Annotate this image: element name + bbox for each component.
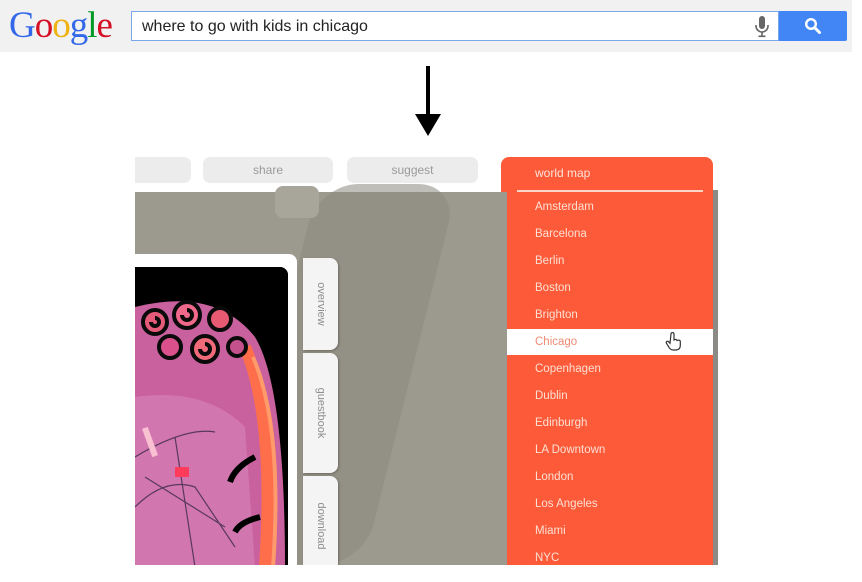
dropdown-item-berlin[interactable]: Berlin — [507, 248, 713, 274]
dropdown-item-la-downtown[interactable]: LA Downtown — [507, 437, 713, 463]
logo-letter: g — [69, 5, 88, 46]
dropdown-item-copenhagen[interactable]: Copenhagen — [507, 356, 713, 382]
dropdown-shadow — [713, 190, 718, 565]
logo-letter: G — [9, 5, 36, 46]
search-query-text: where to go with kids in chicago — [142, 18, 368, 35]
tab-download[interactable]: download — [303, 476, 338, 565]
world-map-dropdown-menu: Amsterdam Barcelona Berlin Boston Brighton Ch… — [507, 182, 713, 565]
website-screenshot: share suggest overview guestbook downloa… — [135, 150, 718, 565]
tab-guestbook[interactable]: guestbook — [303, 353, 338, 473]
background-shape — [275, 186, 319, 218]
logo-letter: l — [87, 5, 97, 46]
search-input[interactable]: where to go with kids in chicago — [131, 11, 779, 41]
google-search-bar: Google where to go with kids in chicago — [0, 0, 852, 52]
microphone-icon[interactable] — [752, 15, 772, 39]
google-logo[interactable]: Google — [9, 4, 113, 48]
dropdown-item-amsterdam[interactable]: Amsterdam — [507, 194, 713, 220]
dropdown-item-barcelona[interactable]: Barcelona — [507, 221, 713, 247]
nav-button[interactable] — [135, 157, 191, 183]
dropdown-item-edinburgh[interactable]: Edinburgh — [507, 410, 713, 436]
magnifier-icon — [804, 17, 821, 34]
logo-letter: e — [96, 5, 113, 46]
dropdown-item-nyc[interactable]: NYC — [507, 545, 713, 565]
nav-suggest-button[interactable]: suggest — [347, 157, 478, 183]
hand-cursor-icon — [665, 332, 681, 351]
nav-share-button[interactable]: share — [203, 157, 333, 183]
divider — [517, 190, 703, 192]
search-button[interactable] — [779, 11, 847, 41]
world-map-label: world map — [535, 166, 591, 180]
tab-overview-label: overview — [314, 282, 327, 326]
dropdown-item-dublin[interactable]: Dublin — [507, 383, 713, 409]
dropdown-item-brighton[interactable]: Brighton — [507, 302, 713, 328]
down-arrow-icon — [415, 66, 441, 136]
dropdown-item-london[interactable]: London — [507, 464, 713, 490]
dropdown-item-chicago[interactable]: Chicago — [507, 329, 713, 355]
tab-guestbook-label: guestbook — [314, 387, 327, 439]
tab-download-label: download — [314, 502, 327, 550]
tab-overview[interactable]: overview — [303, 258, 338, 350]
logo-letter: o — [34, 5, 53, 46]
dropdown-item-boston[interactable]: Boston — [507, 275, 713, 301]
dropdown-item-los-angeles[interactable]: Los Angeles — [507, 491, 713, 517]
city-map-poster[interactable] — [135, 267, 288, 565]
dropdown-item-miami[interactable]: Miami — [507, 518, 713, 544]
logo-letter: o — [52, 5, 70, 46]
